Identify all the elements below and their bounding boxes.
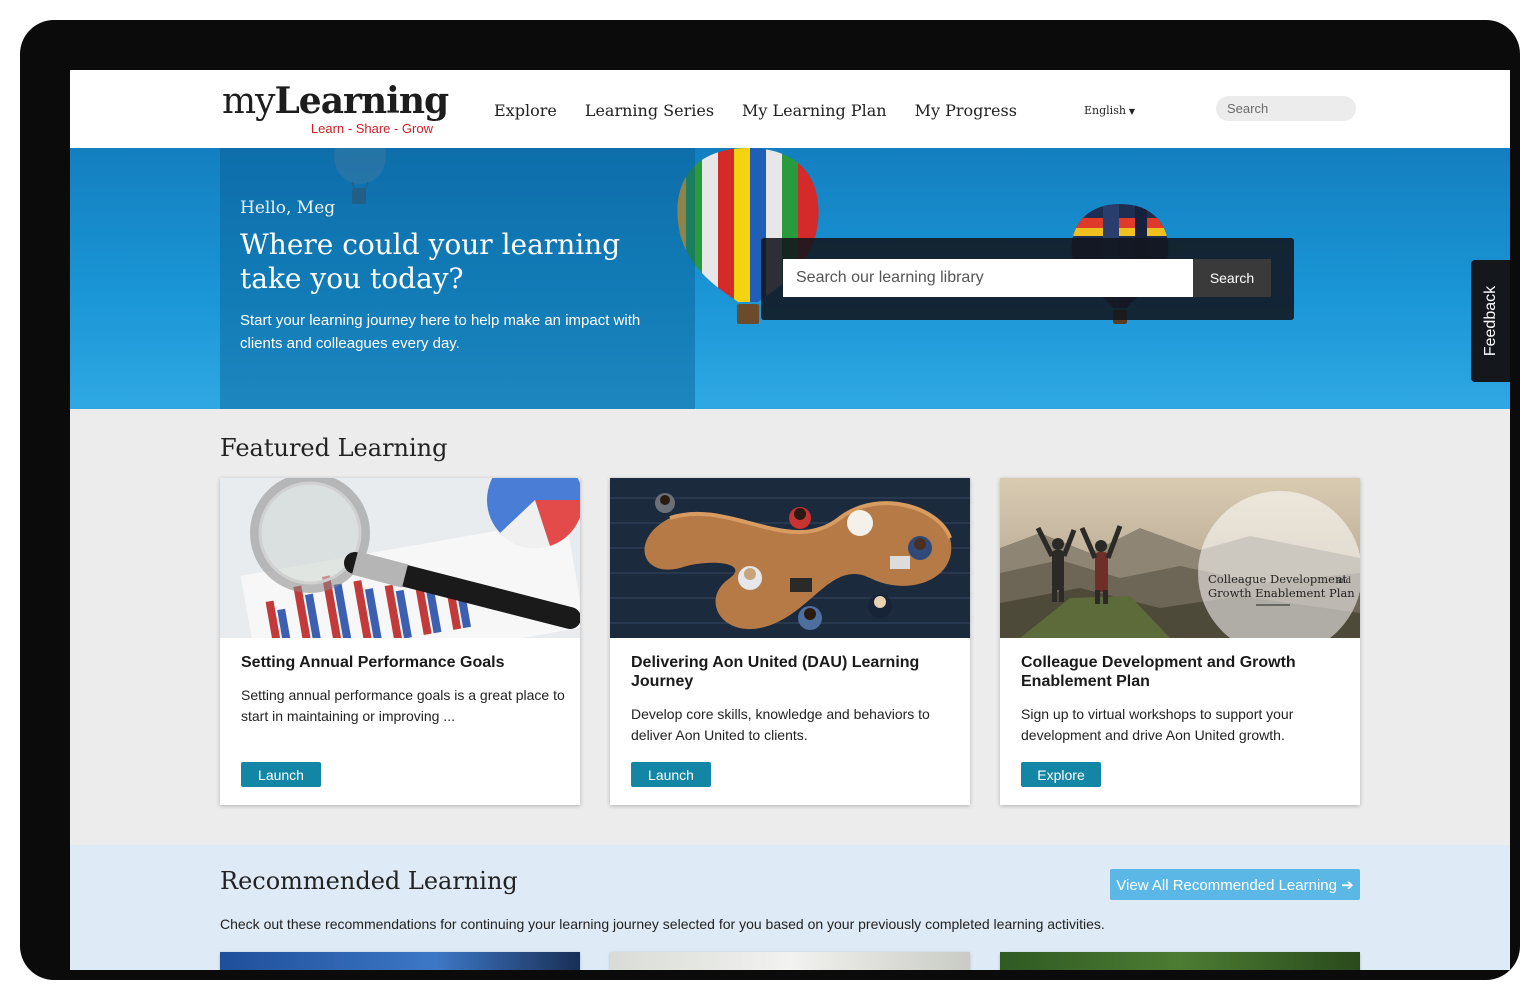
recommended-card[interactable]	[610, 952, 970, 970]
card-title[interactable]: Colleague Development and Growth Enablem…	[1021, 653, 1341, 691]
launch-button[interactable]: Launch	[631, 762, 711, 787]
arrow-right-icon: ➔	[1341, 876, 1354, 894]
hero-subtitle: Start your learning journey here to help…	[240, 312, 641, 352]
logo-wordmark: myLearning	[222, 80, 449, 122]
performance-goals-image	[220, 478, 580, 638]
hero-title: Where could your learning take you today…	[240, 228, 621, 295]
recommended-card[interactable]	[1000, 952, 1360, 970]
launch-button[interactable]: Launch	[241, 762, 321, 787]
explore-button[interactable]: Explore	[1021, 762, 1101, 787]
nav-my-progress[interactable]: My Progress	[915, 101, 1017, 120]
view-all-label: View All Recommended Learning	[1116, 876, 1337, 894]
recommended-card[interactable]	[220, 952, 580, 970]
recommended-learning-heading: Recommended Learning	[220, 867, 518, 895]
card-title[interactable]: Setting Annual Performance Goals	[241, 653, 561, 672]
main-nav: Explore Learning Series My Learning Plan…	[494, 101, 1017, 120]
nav-my-learning-plan[interactable]: My Learning Plan	[742, 101, 887, 120]
dau-meeting-image	[610, 478, 970, 638]
site-header: myLearning Learn - Share - Grow Explore …	[70, 70, 1510, 148]
feedback-label: Feedback	[1481, 285, 1499, 357]
device-frame: myLearning Learn - Share - Grow Explore …	[20, 20, 1520, 980]
image-caption-and: and	[1336, 576, 1351, 585]
card-description: Setting annual performance goals is a gr…	[241, 687, 565, 724]
card-description: Sign up to virtual workshops to support …	[1021, 706, 1294, 743]
library-search-button[interactable]: Search	[1193, 259, 1271, 297]
featured-card[interactable]: Setting Annual Performance Goals Setting…	[220, 478, 580, 805]
language-label: English	[1084, 104, 1126, 117]
hero-welcome-panel: Hello, Meg Where could your learning tak…	[220, 148, 695, 409]
featured-card[interactable]: Delivering Aon United (DAU) Learning Jou…	[610, 478, 970, 805]
header-search-input[interactable]	[1216, 96, 1356, 121]
recommended-description: Check out these recommendations for cont…	[220, 916, 1105, 932]
logo-tagline: Learn - Share - Grow	[310, 121, 433, 136]
language-selector[interactable]: English ▼	[1084, 104, 1135, 117]
nav-learning-series[interactable]: Learning Series	[585, 101, 714, 120]
hero-banner: Hello, Meg Where could your learning tak…	[70, 148, 1510, 409]
mylearning-logo[interactable]: myLearning Learn - Share - Grow	[222, 80, 449, 140]
hero-greeting: Hello, Meg	[240, 198, 336, 218]
library-search-input[interactable]	[783, 259, 1193, 297]
featured-learning-heading: Featured Learning	[220, 434, 448, 462]
image-caption-line2: Growth Enablement Plan	[1208, 586, 1355, 600]
image-caption-line1: Colleague Development	[1208, 572, 1347, 586]
featured-card[interactable]: Colleague Development and Growth Enablem…	[1000, 478, 1360, 805]
growth-plan-image: Colleague Development and Growth Enablem…	[1000, 478, 1360, 638]
view-all-recommended-button[interactable]: View All Recommended Learning ➔	[1110, 869, 1360, 900]
nav-explore[interactable]: Explore	[494, 101, 557, 120]
caret-down-icon: ▼	[1128, 107, 1136, 116]
library-search-box: Search	[761, 238, 1294, 320]
card-description: Develop core skills, knowledge and behav…	[631, 706, 930, 743]
feedback-tab[interactable]: Feedback	[1471, 260, 1510, 382]
card-title[interactable]: Delivering Aon United (DAU) Learning Jou…	[631, 653, 951, 691]
browser-viewport: myLearning Learn - Share - Grow Explore …	[70, 70, 1510, 970]
recommended-learning-section: Recommended Learning View All Recommende…	[70, 845, 1510, 970]
